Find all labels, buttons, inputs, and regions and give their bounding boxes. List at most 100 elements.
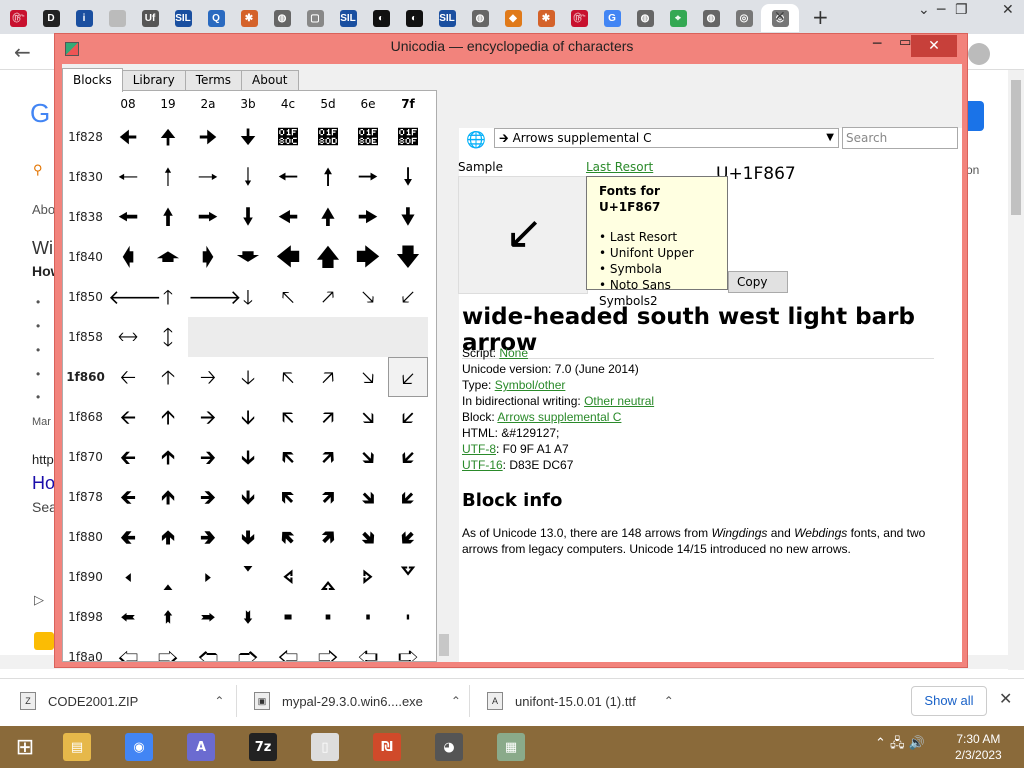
type-link[interactable]: Symbol/other — [495, 378, 566, 392]
restore-button[interactable]: ❐ — [955, 2, 968, 18]
character-cell[interactable]: 🠞 — [348, 197, 388, 237]
character-cell[interactable]: 🡑 — [148, 277, 188, 317]
character-cell[interactable]: 🠍 — [308, 117, 348, 157]
utf8-link[interactable]: UTF-8 — [462, 442, 496, 456]
character-cell[interactable]: 🠉 — [148, 117, 188, 157]
character-cell[interactable]: 🡳 — [228, 437, 268, 477]
character-cell[interactable]: 🡮 — [348, 397, 388, 437]
browser-tab[interactable]: ௹ — [2, 4, 34, 32]
character-cell[interactable]: 🢠 — [108, 637, 148, 661]
character-cell[interactable]: 🡧 — [388, 357, 428, 397]
taskbar-app[interactable]: ◕ — [424, 728, 474, 766]
download-item[interactable]: Z CODE2001.ZIP ⌃ — [20, 679, 224, 723]
character-cell[interactable]: 🠏 — [388, 117, 428, 157]
browser-tab[interactable]: ◍ — [266, 4, 298, 32]
character-cell[interactable]: 🠋 — [228, 117, 268, 157]
character-cell[interactable]: 🡄 — [268, 237, 308, 277]
character-cell[interactable]: 🡶 — [348, 437, 388, 477]
character-cell[interactable]: 🡴 — [268, 437, 308, 477]
character-cell[interactable]: 🡪 — [188, 397, 228, 437]
character-cell[interactable]: 🡼 — [268, 477, 308, 517]
yellow-button[interactable] — [34, 632, 54, 650]
character-cell[interactable]: 🡷 — [388, 437, 428, 477]
character-cell[interactable]: 🠔 — [268, 157, 308, 197]
character-cell[interactable]: 🢀 — [108, 517, 148, 557]
character-cell[interactable]: 🠐 — [108, 157, 148, 197]
minimize-button[interactable]: ─ — [873, 36, 881, 52]
character-cell[interactable]: 🡘 — [108, 317, 148, 357]
chevron-up-icon[interactable]: ⌃ — [214, 694, 224, 708]
character-cell[interactable]: 🡕 — [308, 277, 348, 317]
character-cell[interactable]: 🡩 — [148, 397, 188, 437]
character-cell[interactable]: 🡠 — [108, 357, 148, 397]
character-cell[interactable]: 🠟 — [388, 197, 428, 237]
character-cell[interactable]: 🢔 — [268, 557, 308, 597]
character-cell[interactable]: 🡔 — [268, 277, 308, 317]
browser-tab[interactable]: ⌖ — [662, 4, 694, 32]
character-cell[interactable]: 🠈 — [108, 117, 148, 157]
browser-tab[interactable]: i — [68, 4, 100, 32]
new-tab-button[interactable]: + — [812, 5, 829, 29]
browser-tab[interactable]: ✱ — [233, 4, 265, 32]
character-cell[interactable]: 🠝 — [308, 197, 348, 237]
browser-tab[interactable]: G — [596, 4, 628, 32]
browser-tab[interactable]: Uf — [134, 4, 166, 32]
script-link[interactable]: None — [499, 346, 528, 360]
character-cell[interactable]: 🢆 — [348, 517, 388, 557]
character-cell[interactable]: 🠒 — [188, 157, 228, 197]
start-button[interactable]: ⊞ — [0, 728, 50, 766]
character-cell[interactable]: 🢃 — [228, 517, 268, 557]
tab-library[interactable]: Library — [121, 70, 186, 90]
character-cell[interactable]: 🡆 — [348, 237, 388, 277]
taskbar-app[interactable]: ▯ — [300, 728, 350, 766]
character-cell[interactable]: 🡖 — [348, 277, 388, 317]
browser-tab[interactable]: ௹ — [563, 4, 595, 32]
character-cell[interactable]: 🢚 — [188, 597, 228, 637]
character-cell[interactable]: 🡇 — [388, 237, 428, 277]
character-cell[interactable]: 🢂 — [188, 517, 228, 557]
character-cell[interactable]: 🢅 — [308, 517, 348, 557]
browser-tab[interactable]: Q — [200, 4, 232, 32]
browser-tab[interactable]: ◎ — [728, 4, 760, 32]
character-cell[interactable]: 🡹 — [148, 477, 188, 517]
character-cell[interactable]: 🠌 — [268, 117, 308, 157]
character-cell[interactable]: 🠗 — [388, 157, 428, 197]
character-cell[interactable]: 🡃 — [228, 237, 268, 277]
character-cell[interactable]: 🡅 — [308, 237, 348, 277]
font-link[interactable]: Last Resort — [586, 160, 653, 174]
block-link[interactable]: Arrows supplemental C — [497, 410, 621, 424]
chevron-up-icon[interactable]: ⌃ — [664, 694, 674, 708]
character-cell[interactable]: 🡣 — [228, 357, 268, 397]
character-cell[interactable]: 🡺 — [188, 477, 228, 517]
character-cell[interactable]: 🡢 — [188, 357, 228, 397]
taskbar-app[interactable]: ₪ — [362, 728, 412, 766]
character-cell[interactable]: 🡭 — [308, 397, 348, 437]
browser-tab[interactable]: ◐ — [398, 4, 430, 32]
character-cell[interactable]: 🠊 — [188, 117, 228, 157]
character-cell[interactable]: 🢁 — [148, 517, 188, 557]
chevron-down-icon[interactable]: ⌄ — [918, 2, 930, 18]
character-cell[interactable]: 🡻 — [228, 477, 268, 517]
taskbar-app[interactable]: A — [176, 728, 226, 766]
copy-button[interactable]: Copy — [728, 271, 788, 293]
character-cell[interactable]: 🡓 — [228, 277, 268, 317]
taskbar-app[interactable]: ▤ — [52, 728, 102, 766]
block-select[interactable]: 🡲 Arrows supplemental C ▼ — [494, 128, 839, 148]
browser-tab[interactable]: ◍ — [464, 4, 496, 32]
bidi-link[interactable]: Other neutral — [584, 394, 654, 408]
search-button[interactable] — [966, 101, 984, 131]
grid-scrollbar-thumb[interactable] — [439, 634, 449, 656]
character-cell[interactable]: 🡒 — [188, 277, 242, 317]
character-cell[interactable]: 🢒 — [188, 557, 228, 597]
character-cell[interactable]: 🢘 — [108, 597, 148, 637]
character-cell[interactable]: 🡐 — [108, 277, 162, 317]
character-cell[interactable]: 🢡 — [148, 637, 188, 661]
character-cell[interactable]: 🡬 — [268, 397, 308, 437]
minimize-button[interactable]: ─ — [937, 2, 945, 18]
character-cell[interactable]: 🡰 — [108, 437, 148, 477]
close-window-button[interactable]: ✕ — [1002, 2, 1014, 18]
character-cell[interactable]: 🢟 — [388, 597, 428, 637]
character-cell[interactable]: 🢗 — [388, 557, 428, 597]
tab-blocks[interactable]: Blocks — [62, 68, 123, 92]
character-cell[interactable]: 🢄 — [268, 517, 308, 557]
